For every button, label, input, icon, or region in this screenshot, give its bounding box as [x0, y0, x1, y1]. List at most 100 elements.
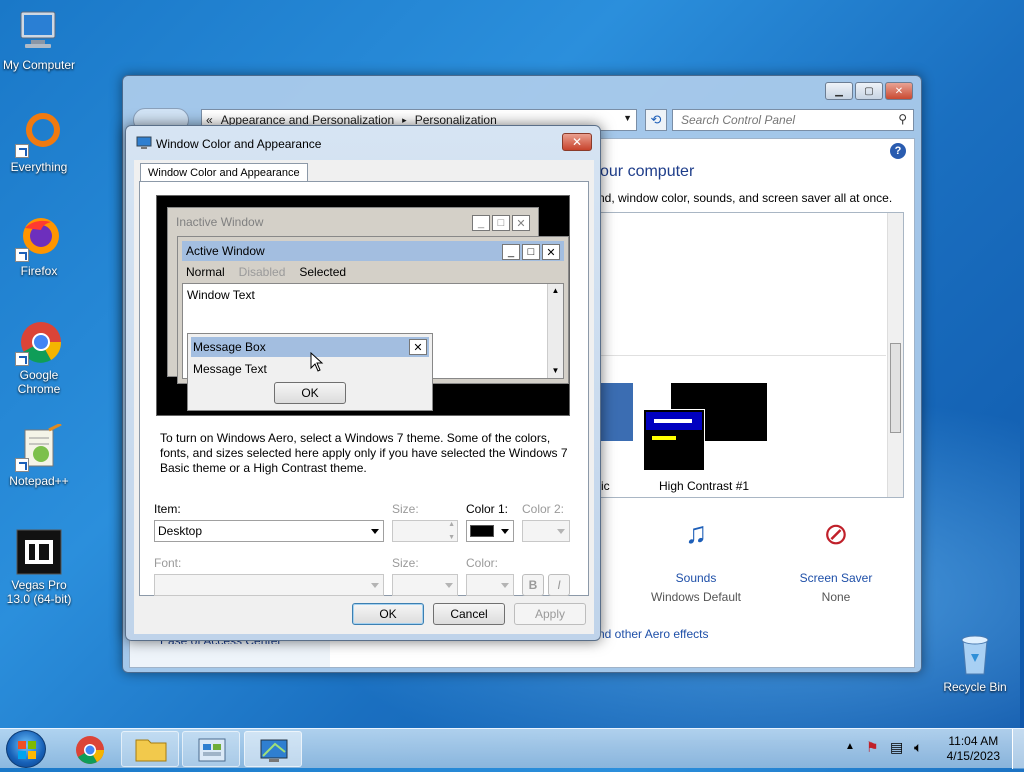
active-title-bar[interactable]: Active Window _ □ ✕: [182, 241, 564, 261]
theme-list-scrollbar[interactable]: [887, 213, 903, 497]
help-icon[interactable]: ?: [890, 143, 906, 159]
refresh-button[interactable]: ⟲: [645, 109, 667, 131]
page-title: our computer: [600, 163, 695, 180]
bold-button[interactable]: B: [522, 574, 544, 596]
close-button[interactable]: ✕: [885, 82, 913, 100]
inactive-title-bar[interactable]: Inactive Window _ □ ✕: [172, 212, 534, 232]
desktop-icon-vegas-pro[interactable]: Vegas Pro 13.0 (64-bit): [0, 528, 78, 606]
menu-normal[interactable]: Normal: [186, 265, 225, 279]
color1-swatch: [470, 525, 494, 537]
theme-thumbnail-basic[interactable]: [601, 383, 633, 441]
screen-saver-label[interactable]: Screen Saver: [776, 571, 896, 585]
control-panel-icon: [198, 738, 226, 762]
screen-saver-disabled-icon: ⊘: [823, 518, 849, 551]
font-size-label: Size:: [392, 556, 419, 570]
sounds-value: Windows Default: [650, 590, 742, 604]
message-box-ok-button[interactable]: OK: [274, 382, 346, 404]
spin-down-icon: ▼: [448, 534, 455, 541]
desktop-icon-my-computer[interactable]: My Computer: [0, 8, 78, 72]
font-size-select[interactable]: [392, 574, 458, 596]
item-label: Item:: [154, 502, 181, 516]
chevron-down-icon: [501, 583, 509, 588]
theme-thumbnail-high-contrast[interactable]: [643, 383, 767, 471]
page-description: nd, window color, sounds, and screen sav…: [598, 191, 893, 205]
desktop-icon-recycle-bin[interactable]: Recycle Bin: [936, 630, 1014, 694]
minimize-icon: ▁: [835, 85, 843, 97]
desktop-icon-notepadpp[interactable]: Notepad++: [0, 422, 78, 488]
taskbar-control-panel[interactable]: [182, 731, 240, 767]
tab-window-color[interactable]: Window Color and Appearance: [140, 163, 308, 182]
refresh-icon: ⟲: [650, 112, 662, 127]
preview-scrollbar[interactable]: ▲ ▼: [547, 284, 563, 378]
display-settings-icon: [136, 136, 152, 150]
desktop-icon-label: Google Chrome: [17, 368, 61, 396]
spin-up-icon: ▲: [448, 521, 455, 528]
desktop-icon-everything[interactable]: Everything: [0, 110, 78, 174]
scrollbar-thumb[interactable]: [890, 343, 901, 433]
menu-disabled[interactable]: Disabled: [239, 265, 286, 279]
message-box-title: Message Box: [193, 340, 266, 354]
notepadpp-icon: [15, 422, 63, 472]
desktop-icon-label: My Computer: [2, 58, 76, 72]
item-select-value: Desktop: [158, 524, 203, 538]
firefox-icon: [15, 214, 63, 262]
breadcrumb-separator: ▸: [402, 114, 407, 125]
desktop-icon-label: Notepad++: [9, 474, 69, 488]
ok-button[interactable]: OK: [352, 603, 424, 625]
dialog-client: Window Color and Appearance Inactive Win…: [134, 160, 594, 634]
taskbar-explorer[interactable]: [121, 731, 179, 767]
search-placeholder: Search Control Panel: [681, 113, 796, 127]
appearance-preview[interactable]: Inactive Window _ □ ✕ Active Window _ □ …: [156, 195, 570, 416]
chrome-icon: [76, 736, 104, 764]
minimize-icon: _: [472, 215, 490, 231]
dialog-close-button[interactable]: ✕: [562, 133, 592, 151]
desktop-icon-firefox[interactable]: Firefox: [0, 214, 78, 278]
italic-button[interactable]: I: [548, 574, 570, 596]
chevron-down-icon: [445, 583, 453, 588]
display-settings-icon: [260, 739, 288, 762]
maximize-button[interactable]: ▢: [855, 82, 883, 100]
chevron-down-icon: [557, 529, 565, 534]
maximize-icon: □: [492, 215, 510, 231]
item-select[interactable]: Desktop: [154, 520, 384, 542]
apply-button[interactable]: Apply: [514, 603, 586, 625]
theme-list[interactable]: ic High Contrast #1: [600, 212, 904, 498]
desktop-icon-chrome[interactable]: Google Chrome: [0, 318, 78, 396]
chevron-down-icon: [371, 583, 379, 588]
volume-muted-icon[interactable]: 🔈︎: [914, 739, 922, 756]
menu-selected[interactable]: Selected: [299, 265, 346, 279]
taskbar-display-settings[interactable]: [244, 731, 302, 767]
cancel-button[interactable]: Cancel: [433, 603, 505, 625]
active-caption-buttons: _ □ ✕: [502, 244, 560, 260]
theme-separator: [601, 355, 886, 356]
minimize-button[interactable]: ▁: [825, 82, 853, 100]
system-clock[interactable]: 11:04 AM 4/15/2023: [947, 734, 1000, 764]
font-color-picker[interactable]: [466, 574, 514, 596]
clock-time: 11:04 AM: [948, 734, 999, 748]
color1-picker[interactable]: [466, 520, 514, 542]
scroll-up-icon: ▲: [551, 286, 560, 295]
preview-message-box[interactable]: Message Box ✕ Message Text OK: [187, 333, 433, 411]
address-dropdown-icon[interactable]: ▼: [623, 113, 632, 123]
sounds-item[interactable]: ♫ Sounds Windows Default: [636, 517, 756, 604]
show-desktop-button[interactable]: [1012, 729, 1024, 769]
taskbar-chrome[interactable]: [60, 731, 118, 767]
action-center-icon[interactable]: ⚑: [866, 739, 879, 756]
size-spinner[interactable]: ▲ ▼: [392, 520, 458, 542]
sounds-label[interactable]: Sounds: [636, 571, 756, 585]
shortcut-arrow-icon: [15, 144, 29, 158]
start-button[interactable]: [6, 730, 46, 768]
screen-saver-item[interactable]: ⊘ Screen Saver None: [776, 517, 896, 604]
maximize-icon: ▢: [864, 85, 874, 97]
search-input[interactable]: Search Control Panel ⚲: [672, 109, 914, 131]
desktop-icon-label: Recycle Bin: [943, 680, 1007, 694]
font-select[interactable]: [154, 574, 384, 596]
desktop-icon-label: Everything: [10, 160, 68, 174]
tray-overflow-icon[interactable]: ▲: [845, 741, 855, 752]
computer-icon: [15, 8, 63, 56]
window-caption-buttons: ▁ ▢ ✕: [825, 82, 913, 100]
search-icon: ⚲: [898, 112, 907, 126]
color2-picker[interactable]: [522, 520, 570, 542]
aero-effects-link[interactable]: nd other Aero effects: [598, 627, 709, 641]
network-icon[interactable]: ▤: [890, 739, 903, 756]
